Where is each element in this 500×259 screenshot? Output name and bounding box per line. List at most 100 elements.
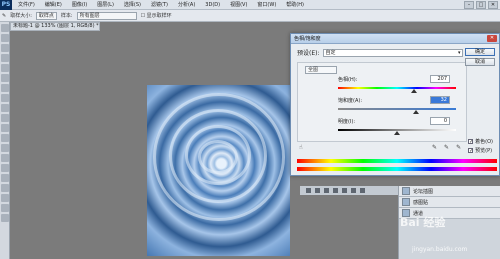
sample-size-select[interactable]: 取样点: [35, 11, 57, 20]
show-ring-checkbox[interactable]: ☐ 显示取样环: [141, 12, 172, 19]
link-layers-icon[interactable]: [306, 188, 311, 193]
zoom-tool-icon[interactable]: [1, 214, 9, 222]
document-tab[interactable]: 未标题-1 @ 133% (图层 1, RGB/8) *: [10, 22, 100, 31]
sample-label: 样本:: [60, 13, 73, 19]
crop-tool-icon[interactable]: [1, 64, 9, 72]
lasso-tool-icon[interactable]: [1, 44, 9, 52]
ok-button[interactable]: 确定: [465, 48, 495, 56]
preset-select[interactable]: 自定 ▾: [322, 48, 463, 57]
new-group-icon[interactable]: [342, 188, 347, 193]
hue-saturation-dialog: 色相/饱和度 ✕ 预设(E): 自定 ▾ ⇄ 全图 色相(H): 207 饱和度…: [290, 33, 500, 176]
adjustment-layer-icon[interactable]: [333, 188, 338, 193]
eyedropper-minus-icon[interactable]: ✎: [456, 144, 461, 151]
menu-view[interactable]: 视图(V): [230, 0, 247, 10]
pen-tool-icon[interactable]: [1, 164, 9, 172]
lightness-row: 明度(I): 0: [338, 117, 450, 125]
brush-tool-icon[interactable]: [1, 94, 9, 102]
marquee-tool-icon[interactable]: [1, 34, 9, 42]
preset-value: 自定: [325, 49, 336, 56]
hue-row: 色相(H): 207: [338, 75, 450, 83]
stamp-tool-icon[interactable]: [1, 104, 9, 112]
lightness-slider-thumb[interactable]: [394, 131, 400, 135]
hue-value-input[interactable]: 207: [430, 75, 450, 83]
healing-tool-icon[interactable]: [1, 84, 9, 92]
hue-slider-track[interactable]: [338, 87, 456, 89]
preset-label: 预设(E):: [297, 50, 320, 57]
gradient-tool-icon[interactable]: [1, 134, 9, 142]
canvas-image-swirl[interactable]: [147, 85, 290, 256]
list-item[interactable]: 感图贴: [399, 197, 500, 208]
menu-help[interactable]: 帮助(H): [286, 0, 304, 10]
eyedropper-plus-icon[interactable]: ✎: [444, 144, 449, 151]
watermark-url: jingyan.baidu.com: [412, 246, 468, 253]
sample-size-label: 取样大小:: [10, 13, 32, 19]
layer-style-icon[interactable]: [315, 188, 320, 193]
target-adjust-icon[interactable]: ☝: [299, 144, 303, 151]
menu-filter[interactable]: 滤镜(T): [151, 0, 168, 10]
hue-label: 色相(H):: [338, 76, 358, 83]
sample-select[interactable]: 所有图层: [76, 11, 137, 20]
maximize-icon[interactable]: □: [476, 1, 486, 9]
menu-layer[interactable]: 图层(L): [97, 0, 114, 10]
eyedropper-tool-icon[interactable]: ✎: [2, 13, 6, 19]
new-layer-icon[interactable]: [351, 188, 356, 193]
window-controls: – □ ✕: [464, 1, 498, 9]
eyedropper-group: ✎ ✎ ✎: [432, 144, 461, 151]
menu-select[interactable]: 选择(S): [124, 0, 141, 10]
colorize-label: 着色(O): [475, 139, 493, 145]
history-brush-tool-icon[interactable]: [1, 114, 9, 122]
layer-mask-icon[interactable]: [324, 188, 329, 193]
saturation-slider-thumb[interactable]: [412, 110, 419, 114]
quick-select-tool-icon[interactable]: [1, 54, 9, 62]
panel-icon: [402, 187, 410, 195]
saturation-slider-track[interactable]: [338, 108, 456, 110]
list-item[interactable]: 论坛插图: [399, 186, 500, 197]
menu-analysis[interactable]: 分析(A): [178, 0, 195, 10]
channel-select[interactable]: 全图: [305, 66, 337, 74]
dialog-title: 色相/饱和度: [294, 36, 321, 42]
preset-row: 预设(E): 自定 ▾ ⇄: [297, 48, 474, 57]
layers-panel-toolbar: [300, 186, 398, 195]
saturation-value-input[interactable]: 32: [430, 96, 450, 104]
hue-slider-thumb[interactable]: [410, 89, 417, 93]
panel-label: 论坛插图: [413, 188, 434, 195]
panel-label: 感图贴: [413, 199, 429, 206]
lightness-value-input[interactable]: 0: [430, 117, 450, 125]
menu-image[interactable]: 图像(I): [72, 0, 87, 10]
menu-window[interactable]: 窗口(W): [257, 0, 276, 10]
menu-edit[interactable]: 编辑(E): [45, 0, 62, 10]
menu-3d[interactable]: 3D(D): [205, 0, 220, 10]
minimize-icon[interactable]: –: [464, 1, 474, 9]
swirl-ring: [153, 93, 285, 221]
panel-icon: [402, 198, 410, 206]
result-spectrum-bar: [297, 167, 497, 171]
options-bar: ✎ 取样大小: 取样点 样本: 所有图层 ☐ 显示取样环: [0, 10, 500, 22]
eraser-tool-icon[interactable]: [1, 124, 9, 132]
blur-tool-icon[interactable]: [1, 144, 9, 152]
dialog-titlebar[interactable]: 色相/饱和度 ✕: [291, 34, 499, 44]
preview-checkbox[interactable]: ✓ 预览(P): [468, 147, 493, 154]
checkbox-box: ✓: [468, 139, 474, 145]
preview-label: 预览(P): [475, 148, 493, 154]
tools-panel: [0, 22, 10, 259]
menu-list: 文件(F) 编辑(E) 图像(I) 图层(L) 选择(S) 滤镜(T) 分析(A…: [12, 0, 304, 10]
eyedropper-tool-icon[interactable]: [1, 74, 9, 82]
path-select-tool-icon[interactable]: [1, 184, 9, 192]
dodge-tool-icon[interactable]: [1, 154, 9, 162]
close-icon[interactable]: ✕: [488, 1, 498, 9]
dialog-options: ✓ 着色(O) ✓ 预览(P): [468, 138, 493, 154]
chevron-down-icon: ▾: [457, 49, 461, 56]
hand-tool-icon[interactable]: [1, 204, 9, 212]
saturation-label: 饱和度(A):: [338, 97, 363, 104]
type-tool-icon[interactable]: [1, 174, 9, 182]
shape-tool-icon[interactable]: [1, 194, 9, 202]
adjustment-group: 全图 色相(H): 207 饱和度(A): 32 明度(I): 0: [297, 62, 467, 142]
delete-layer-icon[interactable]: [360, 188, 365, 193]
move-tool-icon[interactable]: [1, 24, 9, 32]
menu-bar: PS 文件(F) 编辑(E) 图像(I) 图层(L) 选择(S) 滤镜(T) 分…: [0, 0, 500, 10]
cancel-button[interactable]: 取消: [465, 58, 495, 66]
menu-file[interactable]: 文件(F): [18, 0, 35, 10]
eyedropper-icon[interactable]: ✎: [432, 144, 437, 151]
close-icon[interactable]: ✕: [487, 35, 497, 42]
colorize-checkbox[interactable]: ✓ 着色(O): [468, 138, 493, 145]
